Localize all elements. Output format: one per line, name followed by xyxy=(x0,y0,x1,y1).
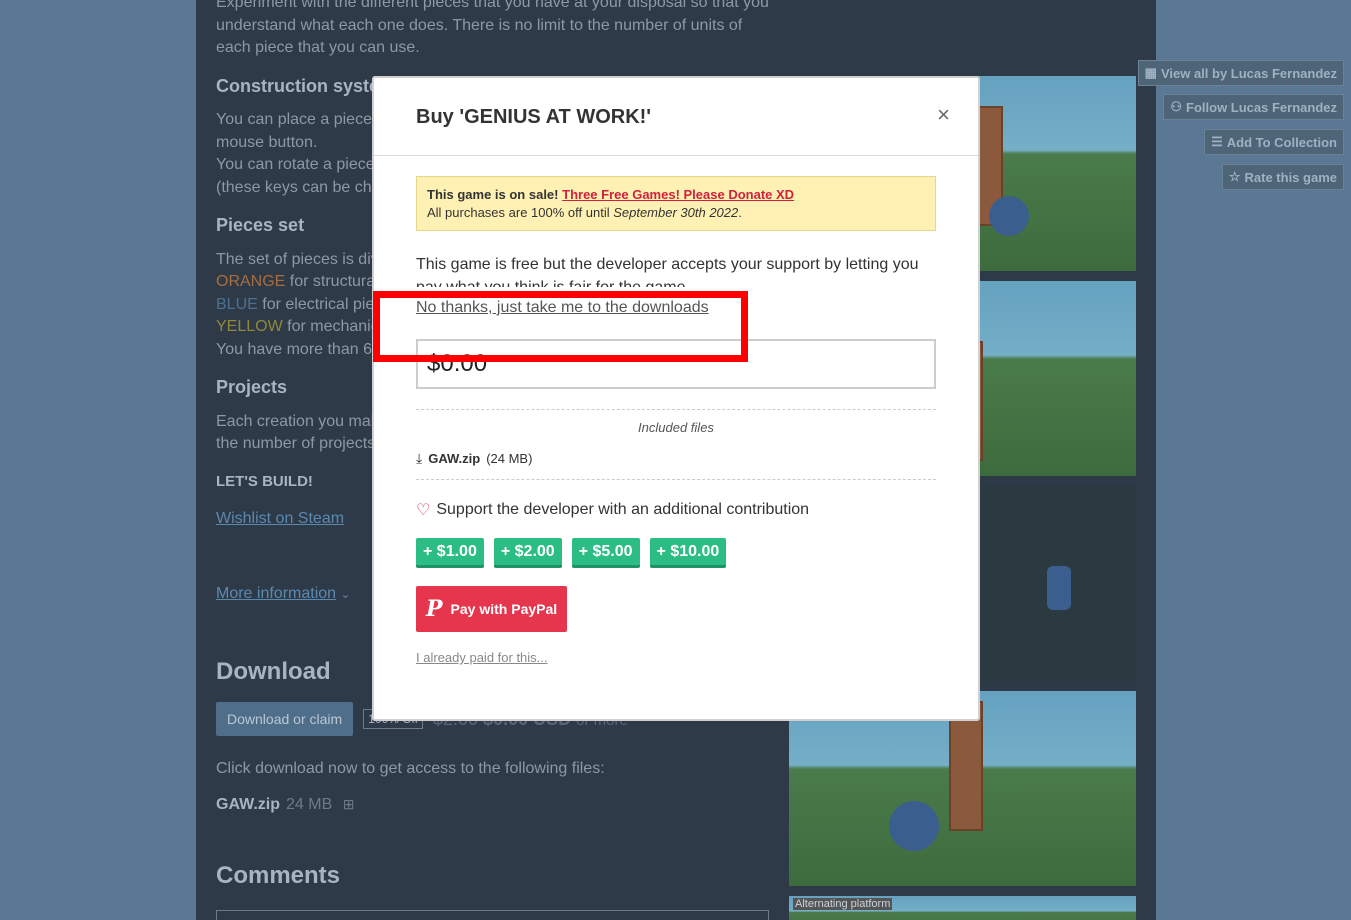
construction-line: You can place a piece y xyxy=(216,111,385,128)
screenshot-object xyxy=(1047,566,1071,610)
plus-icon: + xyxy=(423,543,437,560)
follow-button[interactable]: ⚇ Follow Lucas Fernandez xyxy=(1163,94,1344,120)
projects-line: the number of projects xyxy=(216,435,376,452)
tip-button-5[interactable]: + $5.00 xyxy=(571,538,640,568)
intro-text: Experiment with the different pieces tha… xyxy=(216,0,769,56)
free-game-text: This game is free but the developer acce… xyxy=(416,256,919,287)
sale-bold-text: This game is on sale! xyxy=(427,187,559,202)
screenshot-object xyxy=(889,801,939,851)
rate-game-button[interactable]: ☆ Rate this game xyxy=(1221,164,1344,190)
download-file-row: GAW.zip 24 MB ⊞ xyxy=(216,796,776,814)
construction-line: (these keys can be cha xyxy=(216,178,381,196)
comment-input[interactable] xyxy=(216,910,769,920)
modal-body: This game is on sale! Three Free Games! … xyxy=(374,156,978,685)
download-or-claim-button[interactable]: Download or claim xyxy=(216,702,354,736)
close-icon[interactable]: × xyxy=(937,102,950,128)
file-size: (24 MB) xyxy=(486,451,533,466)
sale-line-suffix: . xyxy=(738,205,742,220)
tip-button-2[interactable]: + $2.00 xyxy=(493,538,562,568)
blue-label: BLUE xyxy=(216,295,258,313)
pay-with-paypal-button[interactable]: P Pay with PayPal xyxy=(416,586,568,632)
purchase-modal: Buy 'GENIUS AT WORK!' × This game is on … xyxy=(372,76,980,721)
tip-amount: $5.00 xyxy=(592,543,633,560)
sale-link[interactable]: Three Free Games! Please Donate XD xyxy=(562,187,794,202)
store-icon: ▦ xyxy=(1144,65,1157,80)
tip-amount: $10.00 xyxy=(670,543,720,560)
highlight-box xyxy=(373,291,748,362)
plus-icon: + xyxy=(578,543,593,560)
yellow-label: YELLOW xyxy=(216,318,283,335)
pieces-line: The set of pieces is div xyxy=(216,250,379,268)
pieces-line: for electrical pie xyxy=(257,295,375,313)
add-list-icon: ☰ xyxy=(1211,134,1223,149)
screenshot[interactable]: Alternating platform xyxy=(789,896,1136,920)
windows-icon: ⊞ xyxy=(342,796,355,812)
construction-line: You can rotate a piece xyxy=(216,156,375,173)
add-to-collection-button[interactable]: ☰ Add To Collection xyxy=(1204,129,1344,155)
paypal-icon: P xyxy=(426,596,443,622)
tip-button-1[interactable]: + $1.00 xyxy=(416,538,484,568)
sale-end-date: September 30th 2022 xyxy=(613,205,739,220)
download-note: Click download now to get access to the … xyxy=(216,760,605,777)
download-file-name: GAW.zip xyxy=(216,796,280,813)
orange-label: ORANGE xyxy=(216,273,286,290)
more-information-link[interactable]: More information xyxy=(216,585,336,602)
sale-banner: This game is on sale! Three Free Games! … xyxy=(416,176,936,231)
pieces-line: You have more than 6 xyxy=(216,340,372,358)
file-name: GAW.zip xyxy=(428,451,481,466)
comments-heading: Comments xyxy=(216,862,341,889)
view-all-label: View all by Lucas Fernandez xyxy=(1160,65,1337,81)
file-row: ⤓ GAW.zip (24 MB) xyxy=(416,450,936,467)
add-user-icon: ⚇ xyxy=(1170,99,1183,114)
modal-header: Buy 'GENIUS AT WORK!' × xyxy=(374,78,978,156)
tip-button-10[interactable]: + $10.00 xyxy=(649,538,727,568)
tip-amount: $2.00 xyxy=(514,543,555,560)
included-files: Included files ⤓ GAW.zip (24 MB) xyxy=(416,409,936,480)
tip-buttons: + $1.00 + $2.00 + $5.00 + $10.00 xyxy=(416,538,936,568)
wishlist-link[interactable]: Wishlist on Steam xyxy=(216,510,344,527)
paypal-label: Pay with PayPal xyxy=(450,601,558,617)
download-file-size: 24 MB xyxy=(286,796,333,813)
star-icon: ☆ xyxy=(1228,169,1241,184)
add-collection-label: Add To Collection xyxy=(1226,134,1337,150)
plus-icon: + xyxy=(500,543,515,560)
support-row: ♡ Support the developer with an addition… xyxy=(416,500,936,520)
projects-line: Each creation you mak xyxy=(216,412,379,430)
heart-icon: ♡ xyxy=(416,502,431,519)
rate-label: Rate this game xyxy=(1244,169,1337,185)
modal-title: Buy 'GENIUS AT WORK!' xyxy=(416,106,652,128)
download-icon: ⤓ xyxy=(416,450,423,466)
included-files-title: Included files xyxy=(638,420,714,435)
support-text: Support the developer with an additional… xyxy=(436,501,810,518)
chevron-down-icon: ⌄ xyxy=(340,586,351,601)
screenshot-caption: Alternating platform xyxy=(793,898,893,910)
tip-amount: $1.00 xyxy=(436,543,477,560)
sale-line-prefix: All purchases are 100% off until xyxy=(427,205,614,220)
already-paid-link[interactable]: I already paid for this... xyxy=(416,650,936,665)
pieces-line: for structura xyxy=(285,273,376,290)
screenshot-object xyxy=(989,196,1029,236)
plus-icon: + xyxy=(656,543,671,560)
follow-label: Follow Lucas Fernandez xyxy=(1186,99,1337,115)
pieces-line: for mechanic xyxy=(282,318,379,335)
construction-line: mouse button. xyxy=(216,133,318,151)
view-all-button[interactable]: ▦ View all by Lucas Fernandez xyxy=(1137,60,1344,86)
